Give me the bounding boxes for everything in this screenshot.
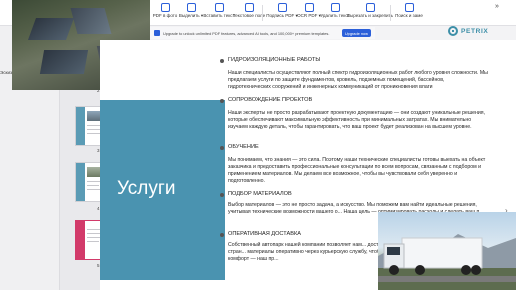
bullet-icon (220, 59, 224, 63)
section-text: Мы понимаем, что знания — это сила. Поэт… (228, 157, 486, 185)
toolbar-label: Текстовое поле (232, 13, 266, 18)
insert-text-button[interactable]: Вставить текст (202, 3, 236, 24)
thumbnails-tab[interactable]: Эскиз (0, 70, 12, 75)
crop-icon (365, 3, 375, 12)
toolbar-label: Поиск и заме (395, 13, 423, 18)
section-heading: ОПЕРАТИВНАЯ ДОСТАВКА (228, 231, 301, 237)
page-title: Услуги (117, 178, 176, 199)
text-insert-icon (214, 3, 224, 12)
toolbar-label: Выделить ▾ (178, 13, 204, 18)
crop-and-pin-button[interactable]: Вырезать и закрепить (347, 3, 393, 24)
section-heading: ПОДБОР МАТЕРИАЛОВ (228, 191, 292, 197)
ocr-icon (304, 3, 314, 12)
section-heading: ГИДРОИЗОЛЯЦИОННЫЕ РАБОТЫ (228, 57, 321, 63)
toolbar-divider (390, 5, 391, 21)
toolbar-label: Удалить текст (320, 13, 350, 18)
truck-illustration (378, 234, 516, 290)
section-text: Наши эксперты не просто разрабатывают пр… (228, 110, 486, 131)
pdf-editor-window: PDF в фото Выделить ▾ Вставить текст Тек… (0, 0, 516, 290)
bullet-icon (220, 233, 224, 237)
section-text: Наши специалисты осуществляют полный спе… (228, 70, 488, 91)
text-box-button[interactable]: Текстовое поле (232, 3, 266, 24)
info-icon (154, 30, 160, 36)
toolbar-label: Вставить текст (203, 13, 235, 18)
erase-icon (330, 3, 340, 12)
search-icon (404, 3, 414, 12)
bullet-icon (220, 146, 224, 150)
search-replace-button[interactable]: Поиск и заме (392, 3, 426, 24)
banner-text: Upgrade to unlock unlimited PDF features… (163, 30, 330, 36)
bullet-icon (220, 99, 224, 103)
logo-text: PETRIX (461, 27, 489, 35)
section-heading: ОБУЧЕНИЕ (228, 144, 259, 150)
toolbar-label: Вырезать и закрепить (347, 13, 393, 18)
image-icon (160, 3, 170, 12)
section-heading: СОПРОВОЖДЕНИЕ ПРОЕКТОВ (228, 97, 313, 103)
thumbnail-list[interactable]: 2 3 4 5 (60, 88, 105, 290)
textbox-icon (244, 3, 254, 12)
petrix-logo-icon (448, 26, 458, 36)
toolbar-divider (262, 5, 263, 21)
petrix-logo: PETRIX (448, 26, 488, 36)
signature-icon (277, 3, 287, 12)
more-tools-button[interactable]: » (495, 3, 499, 10)
upgrade-now-button[interactable]: Upgrade now (341, 29, 371, 37)
upgrade-banner: Upgrade to unlock unlimited PDF features… (150, 27, 375, 39)
highlight-icon (186, 3, 196, 12)
truck-photo (378, 212, 516, 290)
bullet-icon (220, 193, 224, 197)
